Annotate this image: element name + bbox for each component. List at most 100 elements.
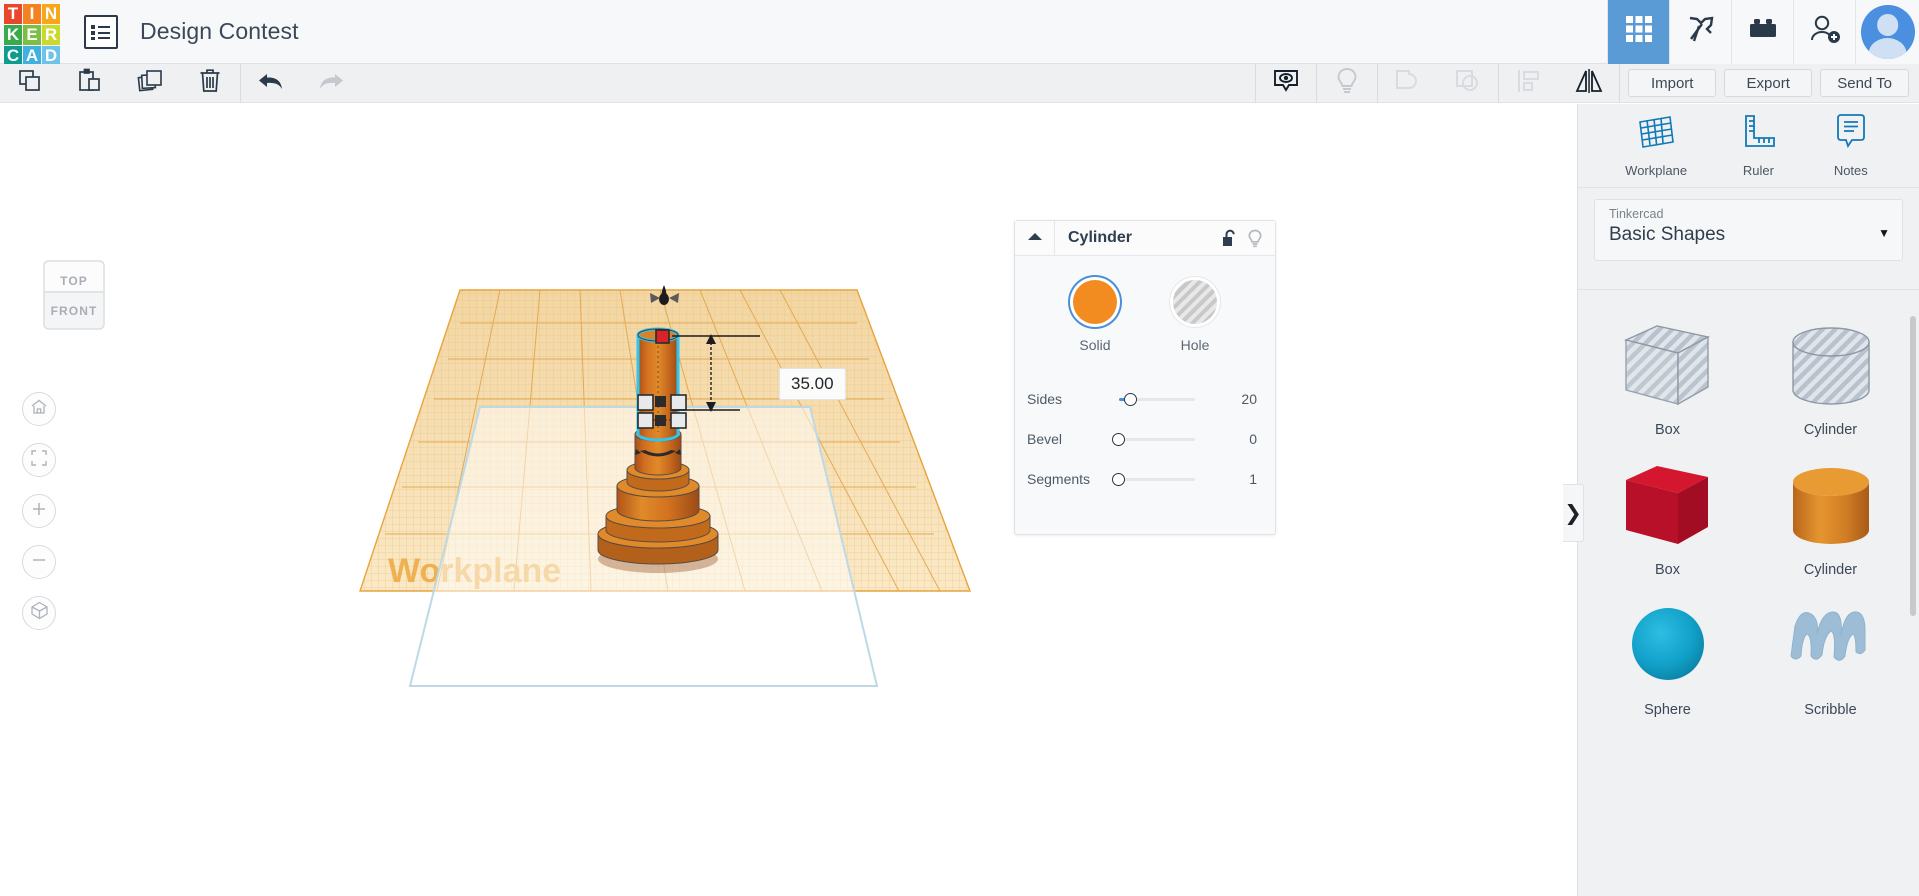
paste-button[interactable]: [60, 64, 120, 103]
solid-hole-swatches: Solid Hole: [1015, 256, 1275, 353]
copy-icon: [17, 68, 43, 99]
mirror-button[interactable]: [1559, 64, 1619, 103]
sidebar-tool-notes[interactable]: Notes: [1830, 113, 1872, 178]
view-cube-front-label[interactable]: FRONT: [26, 304, 122, 318]
slider-track-bevel[interactable]: [1111, 429, 1223, 449]
perspective-toggle-button[interactable]: [22, 596, 56, 630]
zoom-in-button[interactable]: [22, 494, 56, 528]
sidebar-tool-ruler[interactable]: Ruler: [1737, 113, 1779, 178]
inspector-collapse-button[interactable]: [1015, 221, 1055, 255]
fit-to-view-button[interactable]: [22, 443, 56, 477]
shape-label-hole-cylinder: Cylinder: [1803, 422, 1858, 438]
tinkercad-logo[interactable]: T I N K E R C A D: [4, 3, 60, 66]
align-button[interactable]: [1499, 64, 1559, 103]
ungroup-icon: [1454, 67, 1482, 100]
shapes-grid: Box Cylinder Box Cylinder Sphere Scribbl…: [1578, 290, 1919, 720]
home-view-button[interactable]: [22, 392, 56, 426]
view-cube-top-label[interactable]: TOP: [26, 274, 122, 288]
shape-item-sphere[interactable]: Sphere: [1586, 584, 1749, 720]
view-cube[interactable]: TOP FRONT: [26, 252, 122, 338]
unlock-icon[interactable]: [1221, 229, 1238, 248]
sidebar-tool-workplane[interactable]: Workplane: [1625, 113, 1687, 178]
hole-swatch-circle[interactable]: [1173, 280, 1217, 324]
shape-item-hole-cylinder[interactable]: Cylinder: [1749, 304, 1912, 440]
shape-item-solid-cylinder[interactable]: Cylinder: [1749, 444, 1912, 580]
export-button[interactable]: Export: [1724, 69, 1813, 97]
undo-button[interactable]: [241, 64, 301, 103]
document-title[interactable]: Design Contest: [140, 18, 299, 45]
dimension-value-label[interactable]: 35.00: [779, 368, 846, 400]
shape-item-hole-box[interactable]: Box: [1586, 304, 1749, 440]
swatch-hole-label: Hole: [1180, 337, 1210, 353]
redo-button[interactable]: [301, 64, 361, 103]
slider-track-segments[interactable]: [1111, 469, 1223, 489]
ungroup-button[interactable]: [1438, 64, 1498, 103]
shape-label-sphere: Sphere: [1644, 702, 1691, 718]
delete-button[interactable]: [180, 64, 240, 103]
shapes-panel[interactable]: Box Cylinder Box Cylinder Sphere Scribbl…: [1578, 289, 1919, 896]
shape-item-solid-box[interactable]: Box: [1586, 444, 1749, 580]
solid-box-icon: [1625, 466, 1708, 544]
right-sidebar: Workplane Ruler Notes Tinkercad Basic Sh…: [1577, 104, 1919, 896]
copy-button[interactable]: [0, 64, 60, 103]
slider-value-sides[interactable]: 20: [1223, 391, 1257, 407]
topbar-item-minecraft[interactable]: [1669, 0, 1731, 64]
slider-value-segments[interactable]: 1: [1223, 471, 1257, 487]
slider-knob-bevel[interactable]: [1112, 432, 1125, 446]
logo-letter-0: T: [4, 3, 22, 24]
slider-track-bg-bevel: [1119, 437, 1195, 441]
chevron-down-icon[interactable]: ▼: [1878, 226, 1890, 240]
topbar-item-invite[interactable]: [1793, 0, 1855, 64]
import-button[interactable]: Import: [1628, 69, 1717, 97]
shape-inspector-panel: Cylinder Solid Hole Sides 20 Bevel 0 Seg…: [1014, 220, 1276, 535]
sidebar-collapse-toggle[interactable]: ❯: [1563, 484, 1584, 542]
light-button[interactable]: [1317, 64, 1377, 103]
slider-label-sides: Sides: [1027, 391, 1063, 407]
logo-letter-6: C: [4, 45, 22, 66]
notes-icon: [1830, 114, 1872, 157]
shape-item-scribble[interactable]: Scribble: [1749, 584, 1912, 720]
light-bulb-icon[interactable]: [1247, 229, 1263, 248]
swatch-hole[interactable]: Hole: [1173, 280, 1217, 353]
height-handle: [655, 329, 670, 344]
avatar[interactable]: [1860, 4, 1915, 59]
solid-swatch-circle[interactable]: [1073, 280, 1117, 324]
chevron-right-icon: ❯: [1564, 501, 1582, 525]
group-button[interactable]: [1378, 64, 1438, 103]
duplicate-icon: [137, 68, 164, 99]
document-list-button[interactable]: [84, 14, 118, 49]
slider-row-sides: Sides 20: [1027, 379, 1257, 419]
swatch-solid-label: Solid: [1079, 337, 1111, 353]
topbar-item-account[interactable]: [1855, 0, 1919, 64]
slider-knob-sides[interactable]: [1124, 392, 1137, 406]
topbar-right-group: [1607, 0, 1919, 64]
logo-letter-1: I: [23, 3, 41, 24]
zoom-out-icon: [30, 551, 48, 574]
shape-library-supertitle: Tinkercad: [1609, 207, 1664, 221]
perspective-toggle-icon: [30, 601, 49, 625]
ruler-icon: [1737, 115, 1779, 157]
shape-library-dropdown[interactable]: Tinkercad Basic Shapes ▼: [1594, 199, 1903, 261]
slider-value-bevel[interactable]: 0: [1223, 431, 1257, 447]
shape-label-solid-box: Box: [1655, 562, 1680, 578]
home-view-icon: [30, 398, 48, 421]
slider-track-bg-segments: [1119, 477, 1195, 481]
shape-label-hole-box: Box: [1655, 422, 1680, 438]
3d-viewport[interactable]: Workplane: [0, 104, 1577, 896]
shape-label-scribble: Scribble: [1804, 702, 1857, 718]
slider-track-sides[interactable]: [1111, 389, 1223, 409]
sidebar-tool-label-notes: Notes: [1833, 163, 1868, 178]
triangle-up-icon: [1026, 229, 1044, 247]
duplicate-button[interactable]: [120, 64, 180, 103]
slider-knob-segments[interactable]: [1112, 472, 1125, 486]
send-to-button[interactable]: Send To: [1820, 69, 1909, 97]
swatch-solid[interactable]: Solid: [1073, 280, 1117, 353]
topbar-item-lego[interactable]: [1731, 0, 1793, 64]
topbar-item-apps[interactable]: [1607, 0, 1669, 64]
show-hide-button[interactable]: [1256, 64, 1316, 103]
shapes-scrollbar[interactable]: [1910, 316, 1916, 616]
zoom-out-button[interactable]: [22, 545, 56, 579]
paste-icon: [77, 68, 103, 99]
show-hide-icon: [1272, 67, 1300, 100]
shape-label-solid-cylinder: Cylinder: [1803, 562, 1858, 578]
